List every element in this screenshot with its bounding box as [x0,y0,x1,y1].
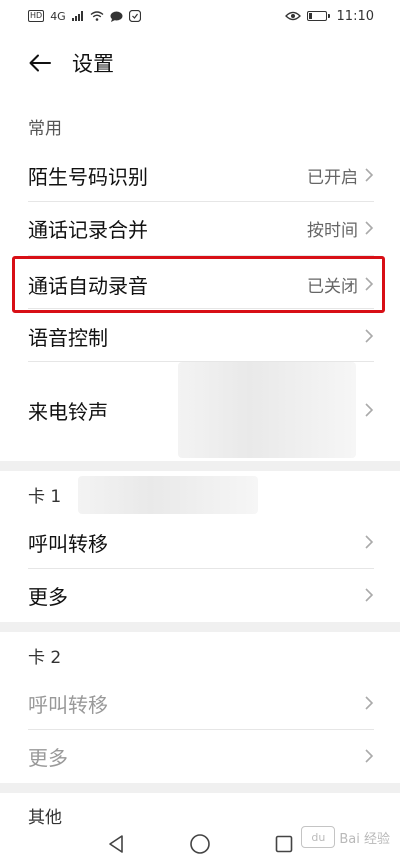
eye-comfort-icon [284,11,301,21]
row-right [364,328,374,344]
baidu-logo-icon: du [301,826,336,848]
page-title: 设置 [72,52,114,76]
row-card1-more[interactable]: 更多 [28,570,374,620]
row-right [364,587,374,603]
nav-recents-icon[interactable] [271,831,297,857]
chevron-right-icon [365,221,374,235]
status-left: HD 4G [28,10,141,22]
row-right: 按时间 [307,216,374,241]
chevron-right-icon [365,535,374,549]
watermark-text: Bai 经验 [339,831,390,847]
row-label: 呼叫转移 [28,531,108,556]
back-arrow-icon[interactable] [26,49,54,77]
row-value: 已关闭 [307,276,358,297]
row-label: 通话自动录音 [28,273,148,298]
chevron-right-icon [365,588,374,602]
chevron-right-icon [365,168,374,182]
row-card2-call-forwarding[interactable]: 呼叫转移 [28,677,374,729]
battery-icon [306,11,330,21]
network-type: 4G [50,9,66,23]
row-card1-call-forwarding[interactable]: 呼叫转移 [28,516,374,568]
row-label: 呼叫转移 [28,692,108,717]
chevron-right-icon [365,749,374,763]
divider [28,255,374,256]
header: 设置 [0,38,400,88]
row-right: 已关闭 [307,272,374,297]
chevron-right-icon [365,277,374,291]
divider [28,308,374,309]
chevron-right-icon [365,403,374,417]
section-label-card2: 卡 2 [28,648,62,668]
row-ringtone[interactable]: 来电铃声 [28,362,374,458]
chevron-right-icon [365,696,374,710]
section-label-common: 常用 [28,119,62,139]
row-label: 通话记录合并 [28,217,148,242]
baidu-watermark: du Bai 经验 [301,826,390,848]
message-icon [110,11,123,22]
wifi-icon [90,11,104,21]
section-separator [0,461,400,471]
divider [28,201,374,202]
status-bar: HD 4G 11:10 [0,0,400,32]
row-label: 语音控制 [28,325,108,350]
row-right [364,534,374,550]
status-right: 11:10 [284,8,374,24]
row-label: 更多 [28,584,68,609]
row-voice-control[interactable]: 语音控制 [28,311,374,361]
app-notification-icon [128,10,141,22]
row-value: 按时间 [307,220,358,241]
chevron-right-icon [365,329,374,343]
signal-icon [71,11,83,21]
clock: 11:10 [336,8,374,24]
row-card2-more[interactable]: 更多 [28,731,374,781]
section-separator [0,622,400,632]
section-separator [0,783,400,793]
blurred-card1-info [78,476,258,514]
row-label: 陌生号码识别 [28,164,148,189]
nav-home-icon[interactable] [187,831,213,857]
row-value: 已开启 [307,167,358,188]
row-right [364,402,374,418]
row-right [364,695,374,711]
hd-icon: HD [28,10,45,22]
divider [28,729,374,730]
divider [28,568,374,569]
section-label-card1: 卡 1 [28,487,62,507]
row-label: 更多 [28,745,68,770]
nav-back-icon[interactable] [103,831,129,857]
row-unknown-number-id[interactable]: 陌生号码识别 已开启 [28,150,374,200]
row-auto-call-recording[interactable]: 通话自动录音 已关闭 [28,258,374,310]
row-label: 来电铃声 [28,399,108,424]
row-right [364,748,374,764]
row-right: 已开启 [307,163,374,188]
row-call-log-merge[interactable]: 通话记录合并 按时间 [28,203,374,253]
